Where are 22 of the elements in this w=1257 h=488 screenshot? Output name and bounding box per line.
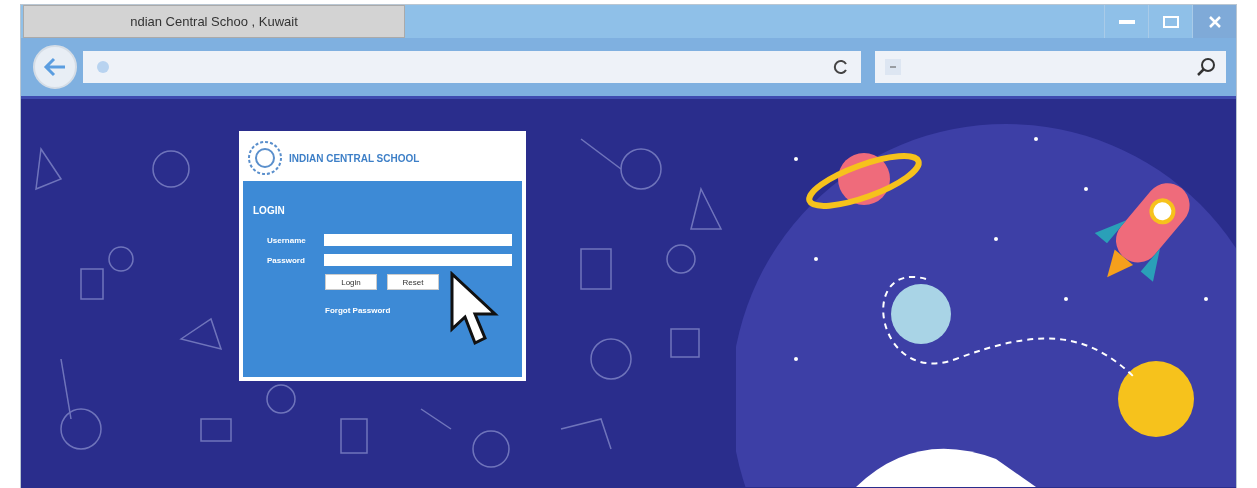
close-icon <box>1208 15 1221 28</box>
school-logo-icon <box>247 140 283 176</box>
close-button[interactable] <box>1192 5 1236 38</box>
field-label: Password <box>267 255 306 265</box>
back-arrow-icon <box>43 57 67 77</box>
refresh-icon[interactable] <box>833 59 849 75</box>
login-heading: LOGIN <box>253 205 286 216</box>
school-name: INDIAN CENTRAL SCHOOL <box>289 152 420 164</box>
search-engine-icon <box>885 59 901 75</box>
browser-tab[interactable]: ndian Central Schoo , Kuwait <box>23 5 405 38</box>
input-field[interactable] <box>323 234 512 246</box>
forgot-password-link[interactable]: Forgot Password <box>253 306 512 315</box>
form-button[interactable]: Reset <box>387 274 439 290</box>
back-button[interactable] <box>33 45 77 89</box>
page-icon <box>97 61 109 73</box>
field-label: Username <box>267 235 307 245</box>
search-icon[interactable] <box>1196 57 1216 77</box>
input-field[interactable] <box>323 254 512 266</box>
search-field[interactable] <box>875 51 1226 83</box>
minimize-icon <box>1118 19 1135 24</box>
form-button[interactable]: Login <box>325 274 377 290</box>
maximize-icon <box>1162 15 1179 28</box>
